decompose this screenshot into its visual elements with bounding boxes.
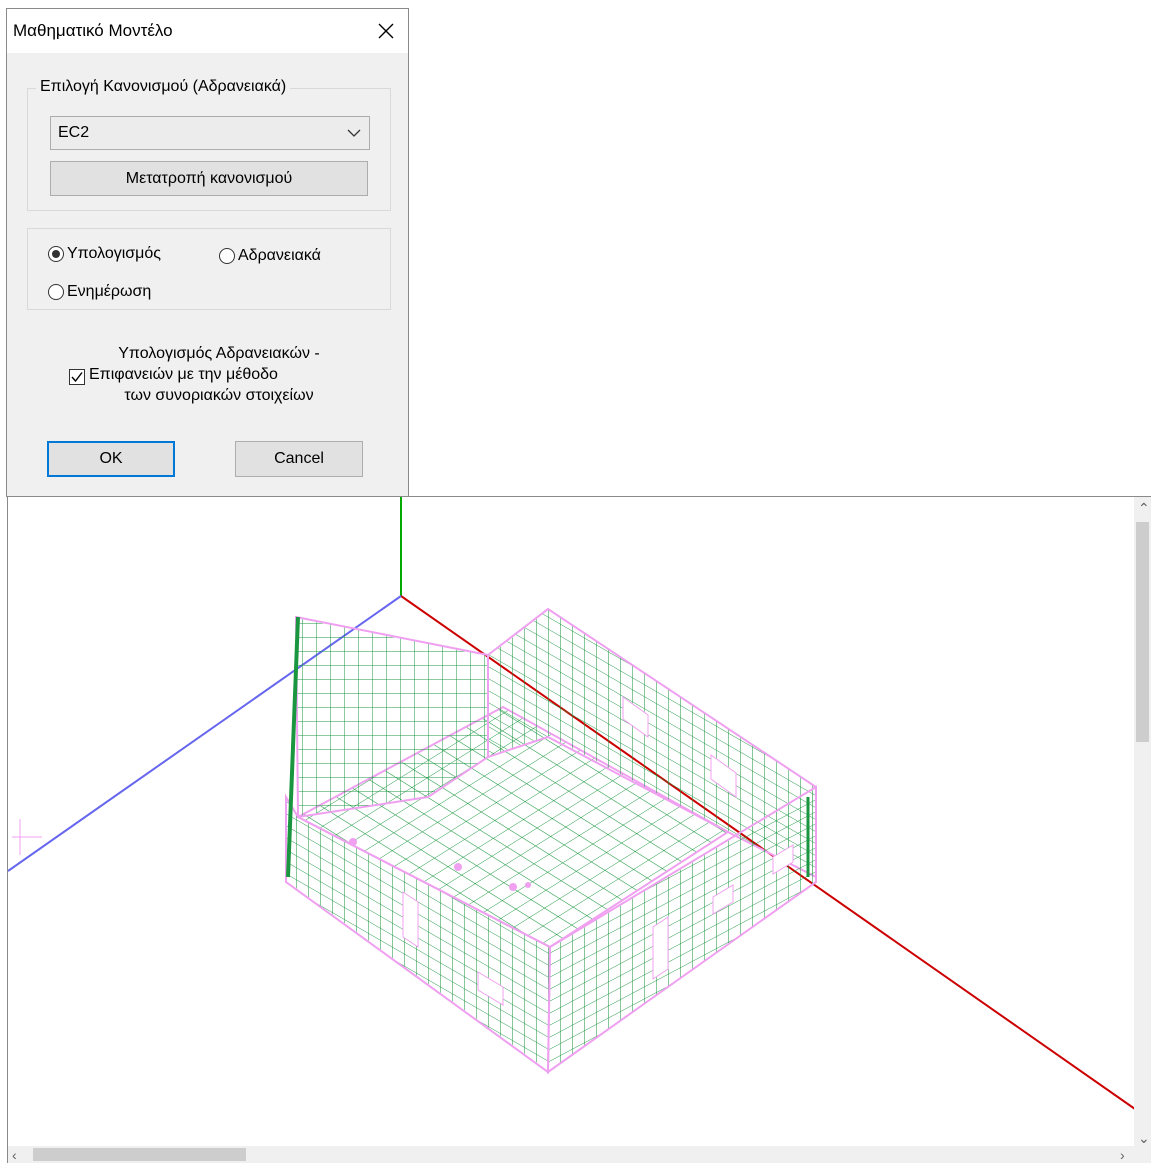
boundary-elements-checkbox[interactable] xyxy=(69,369,85,385)
model-dialog: Μαθηματικό Μοντέλο Επιλογή Κανονισμού (Α… xyxy=(6,8,409,497)
door-opening xyxy=(402,891,419,948)
radio-update-label: Ενημέρωση xyxy=(67,283,152,300)
ok-label: OK xyxy=(99,450,123,467)
mesh-node xyxy=(454,863,462,871)
ok-button[interactable]: OK xyxy=(47,441,175,477)
code-select-value: EC2 xyxy=(58,124,90,141)
checkbox-label-line: Υπολογισμός Αδρανειακών - xyxy=(118,345,320,362)
checkbox-label-line: Επιφανειών με την μέθοδο xyxy=(89,366,278,383)
cancel-label: Cancel xyxy=(274,450,324,467)
close-button[interactable] xyxy=(364,9,408,53)
radio-calculation-indicator xyxy=(48,246,64,262)
code-group-legend: Επιλογή Κανονισμού (Αδρανειακά) xyxy=(36,78,291,96)
radio-update-indicator xyxy=(48,284,64,300)
mesh-canvas[interactable] xyxy=(8,497,1135,1147)
door-opening xyxy=(652,916,669,980)
dialog-titlebar: Μαθηματικό Μοντέλο xyxy=(7,9,408,53)
convert-code-label: Μετατροπή κανονισμού xyxy=(125,169,293,187)
close-icon xyxy=(378,23,394,39)
radio-inertial[interactable]: Αδρανειακά xyxy=(219,247,321,265)
cancel-button[interactable]: Cancel xyxy=(235,441,363,477)
scrollbar-corner xyxy=(1134,1146,1151,1163)
mesh-node xyxy=(509,883,517,891)
horizontal-scroll-thumb[interactable] xyxy=(33,1148,246,1161)
radio-inertial-indicator xyxy=(219,248,235,264)
convert-code-button[interactable]: Μετατροπή κανονισμού xyxy=(50,161,368,196)
scroll-down-icon[interactable]: ⌄ xyxy=(1138,1131,1150,1145)
chevron-down-icon xyxy=(347,129,361,137)
mesh-node xyxy=(525,882,531,888)
checkbox-label-line: των συνοριακών στοιχείων xyxy=(124,387,314,404)
horizontal-scrollbar[interactable]: ‹ › xyxy=(8,1146,1135,1163)
mesh-node xyxy=(349,838,357,846)
boundary-elements-label: Υπολογισμός Αδρανειακών - Επιφανειών με … xyxy=(89,343,349,406)
radio-calculation[interactable]: Υπολογισμός xyxy=(48,245,161,263)
radio-calculation-label: Υπολογισμός xyxy=(67,245,161,262)
scroll-right-icon[interactable]: › xyxy=(1120,1148,1125,1162)
radio-inertial-label: Αδρανειακά xyxy=(238,247,321,264)
model-viewport[interactable]: ⌃ ⌄ ‹ › xyxy=(7,496,1151,1163)
code-select[interactable]: EC2 xyxy=(50,116,370,150)
vertical-scroll-thumb[interactable] xyxy=(1136,522,1149,742)
vertical-scrollbar[interactable]: ⌃ ⌄ xyxy=(1134,497,1151,1147)
scroll-left-icon[interactable]: ‹ xyxy=(12,1148,17,1162)
radio-update[interactable]: Ενημέρωση xyxy=(48,283,151,301)
checkmark-icon xyxy=(71,372,83,383)
scroll-up-icon[interactable]: ⌃ xyxy=(1138,501,1150,515)
dialog-title: Μαθηματικό Μοντέλο xyxy=(13,21,173,40)
